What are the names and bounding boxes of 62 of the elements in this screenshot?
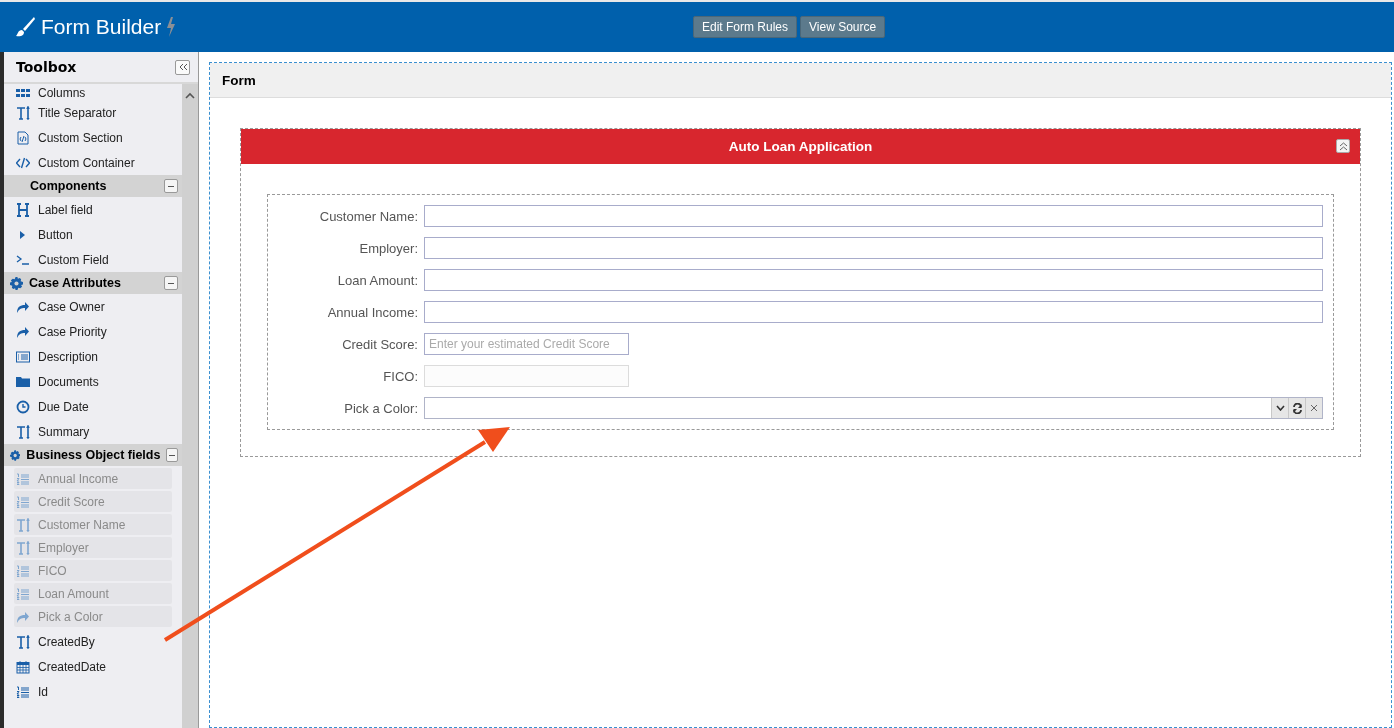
gear-icon [10, 276, 23, 290]
section-title: Auto Loan Application [728, 139, 873, 154]
toolbox-item[interactable]: Label field [4, 197, 182, 222]
toolbox-item[interactable]: Due Date [4, 394, 182, 419]
heading-icon [16, 202, 30, 217]
scroll-up-icon [185, 92, 195, 99]
app-title: Form Builder [41, 15, 162, 39]
input-field[interactable] [424, 205, 1323, 227]
toolbox-item[interactable]: Button [4, 222, 182, 247]
toolbox-item[interactable]: CreatedBy [4, 629, 182, 654]
input-field[interactable] [424, 301, 1323, 323]
toolbox-item[interactable]: Summary [4, 419, 182, 444]
toolbox-item[interactable]: Custom Container [4, 150, 182, 175]
text-icon [16, 105, 30, 120]
text-icon [16, 424, 30, 439]
form-title: Form [222, 72, 256, 88]
clear-icon[interactable] [1305, 398, 1322, 418]
refresh-icon[interactable] [1288, 398, 1305, 418]
toolbox-item[interactable]: Title Separator [4, 100, 182, 125]
toolbox-item[interactable]: Description [4, 344, 182, 369]
field-label: Customer Name: [318, 208, 418, 224]
lightning-icon [166, 17, 177, 37]
header-button[interactable]: Edit Form Rules [693, 16, 798, 38]
input-field[interactable]: Enter your estimated Credit Score [424, 333, 629, 355]
field-label: Pick a Color: [343, 400, 418, 416]
double-chevron-left-icon [177, 63, 188, 71]
field-label: FICO: [382, 368, 418, 384]
code-icon [16, 155, 30, 170]
toolbox-item[interactable]: CreatedDate [4, 654, 182, 679]
field-label: Annual Income: [326, 304, 418, 320]
dropdown-field[interactable] [424, 397, 1323, 419]
collapse-icon [166, 448, 178, 462]
toolbox-item[interactable]: Case Owner [4, 294, 182, 319]
toolbox-item[interactable]: Documents [4, 369, 182, 394]
double-chevron-up-icon [1338, 141, 1348, 151]
folder-icon [16, 374, 30, 389]
group-header[interactable]: Components [4, 175, 182, 197]
toolbox-item[interactable]: Columns [4, 84, 182, 100]
toolbox-item[interactable]: Custom Section [4, 125, 182, 150]
paintbrush-icon [14, 16, 36, 38]
gear-icon [10, 448, 21, 462]
input-field[interactable] [424, 237, 1323, 259]
collapse-icon [164, 276, 178, 290]
grid-icon [16, 86, 30, 100]
toolbox-title: Toolbox [16, 59, 77, 75]
toolbox-item[interactable]: Id [4, 679, 182, 704]
collapse-icon [164, 179, 178, 193]
group-header[interactable]: Case Attributes [4, 272, 182, 294]
field-label: Credit Score: [341, 336, 418, 352]
collapse-button[interactable] [1336, 139, 1350, 153]
clock-icon [16, 399, 30, 414]
toolbox-item[interactable]: Custom Field [4, 247, 182, 272]
code-file-icon [16, 130, 30, 145]
collapse-button[interactable] [175, 59, 190, 75]
list-icon [16, 349, 30, 364]
header-button[interactable]: View Source [800, 16, 886, 38]
field-label: Employer: [358, 240, 418, 256]
group-header[interactable]: Business Object fields [4, 444, 182, 466]
input-field[interactable] [424, 269, 1323, 291]
toolbox-item[interactable]: Case Priority [4, 319, 182, 344]
chevron-down-icon[interactable] [1271, 398, 1288, 418]
field-label: Loan Amount: [336, 272, 418, 288]
